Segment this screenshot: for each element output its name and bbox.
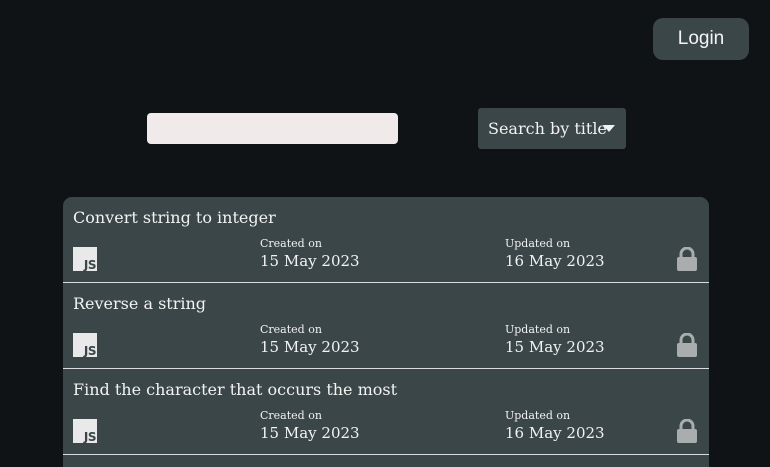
lock-icon[interactable] <box>676 333 698 357</box>
updated-label: Updated on <box>505 323 571 336</box>
created-date: 15 May 2023 <box>260 338 360 356</box>
created-date: 15 May 2023 <box>260 252 360 270</box>
caret-down-icon <box>603 125 615 132</box>
problem-list: Convert string to integer JS Created on … <box>63 197 709 467</box>
problem-title[interactable]: Find the character that occurs the most <box>73 380 397 399</box>
updated-date: 16 May 2023 <box>505 424 605 442</box>
list-item[interactable]: Reverse a string JS Created on 15 May 20… <box>63 283 709 369</box>
created-label: Created on <box>260 237 322 250</box>
updated-label: Updated on <box>505 237 571 250</box>
javascript-icon: JS <box>73 333 97 358</box>
login-button[interactable]: Login <box>653 18 749 60</box>
search-mode-label: Search by title <box>488 119 607 138</box>
javascript-icon: JS <box>73 247 97 272</box>
updated-label: Updated on <box>505 409 571 422</box>
problem-title[interactable]: Convert string to integer <box>73 208 276 227</box>
created-label: Created on <box>260 323 322 336</box>
search-mode-dropdown[interactable]: Search by title <box>478 108 626 149</box>
created-label: Created on <box>260 409 322 422</box>
created-date: 15 May 2023 <box>260 424 360 442</box>
list-item[interactable]: Find the character that occurs the most … <box>63 369 709 455</box>
updated-date: 16 May 2023 <box>505 252 605 270</box>
lock-icon[interactable] <box>676 419 698 443</box>
search-input[interactable] <box>147 113 398 144</box>
javascript-icon: JS <box>73 419 97 444</box>
problem-title[interactable]: Reverse a string <box>73 294 206 313</box>
list-item[interactable]: Convert string to integer JS Created on … <box>63 197 709 283</box>
lock-icon[interactable] <box>676 247 698 271</box>
updated-date: 15 May 2023 <box>505 338 605 356</box>
